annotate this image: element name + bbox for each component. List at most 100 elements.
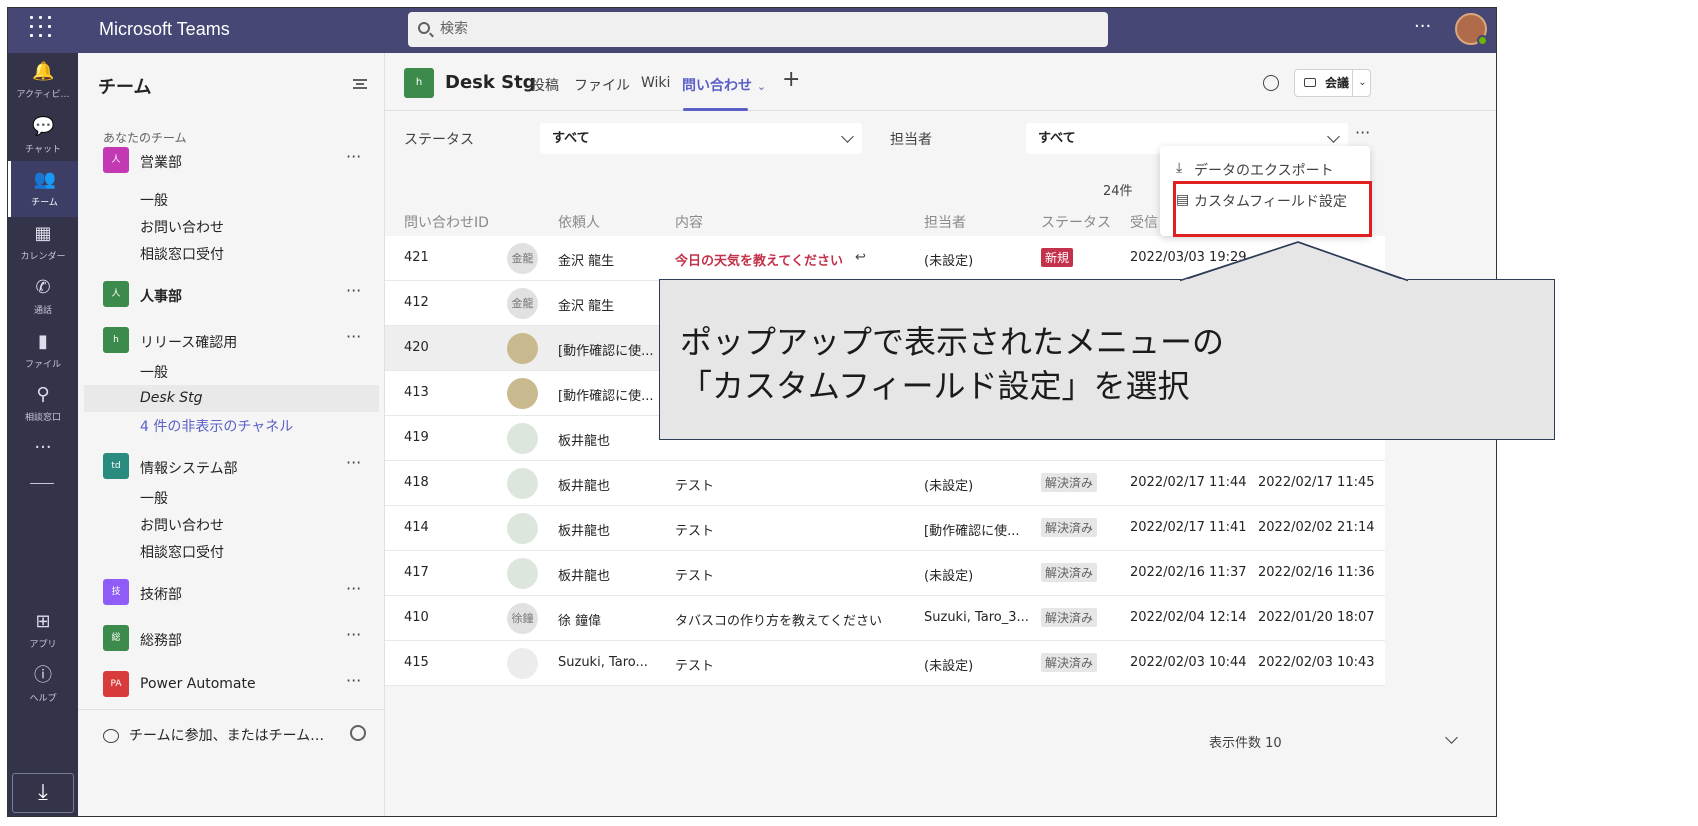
avatar	[507, 423, 538, 454]
menu-item-export[interactable]: データのエクスポート	[1194, 160, 1334, 180]
table-row[interactable]: 417 板井龍也 テスト (未設定) 解決済み 2022/02/16 11:37…	[385, 551, 1385, 596]
rail-files[interactable]: ▮ ファイル	[8, 323, 78, 379]
avatar	[507, 513, 538, 544]
team-name: Power Automate	[140, 676, 256, 692]
team-tile: 人	[103, 281, 129, 307]
cell-id: 412	[404, 295, 429, 310]
conversation-icon[interactable]	[1263, 75, 1279, 91]
cell-updated: 2022/02/17 11:45	[1258, 475, 1375, 490]
tab-inquiries[interactable]: 問い合わせ ⌄	[682, 75, 766, 95]
file-icon: ▮	[38, 331, 48, 352]
more-options-icon[interactable]: ···	[1414, 16, 1431, 37]
add-tab-icon[interactable]: +	[782, 67, 800, 92]
cell-received: 2022/02/17 11:41	[1130, 520, 1247, 535]
rail-apps[interactable]: ⊞ アプリ	[8, 603, 78, 659]
download-icon[interactable]: ⤓	[12, 773, 74, 813]
tab-label: 問い合わせ	[682, 78, 752, 94]
avatar	[507, 648, 538, 679]
status-badge: 解決済み	[1041, 608, 1098, 627]
more-options-icon[interactable]: ···	[1355, 123, 1370, 142]
column-header[interactable]: ステータス	[1041, 212, 1111, 232]
page-size-select[interactable]: 表示件数 10	[1209, 732, 1282, 751]
rail-teams[interactable]: 👥 チーム	[8, 161, 78, 217]
more-icon[interactable]: ···	[346, 281, 361, 300]
table-row[interactable]: 418 板井龍也 テスト (未設定) 解決済み 2022/02/17 11:44…	[385, 461, 1385, 506]
channel-header: h Desk Stg 投稿 ファイル Wiki 問い合わせ ⌄ + 会議 ⌄	[385, 53, 1496, 111]
rail-calls[interactable]: ✆ 通話	[8, 269, 78, 325]
avatar: 金龍	[507, 288, 538, 319]
channel-item[interactable]: 一般	[140, 362, 168, 382]
rail-consult[interactable]: ⚲ 相談窓口	[8, 376, 78, 432]
status-badge: 解決済み	[1041, 653, 1098, 672]
rail-activity[interactable]: 🔔 アクティビ…	[8, 53, 78, 109]
highlight-box	[1173, 181, 1372, 237]
teams-panel: チーム あなたのチーム 人 営業部 ··· 一般 お問い合わせ 相談窓口受付 人…	[78, 53, 385, 816]
column-header[interactable]: 依頼人	[558, 212, 600, 232]
search-placeholder: 検索	[440, 21, 468, 37]
more-icon[interactable]: ···	[346, 453, 361, 472]
rail-label: アプリ	[29, 640, 57, 650]
callout-line: ポップアップで表示されたメニューの	[680, 323, 1225, 361]
column-header[interactable]: 問い合わせID	[404, 212, 489, 232]
panel-title: チーム	[98, 77, 152, 98]
avatar	[507, 378, 538, 409]
user-avatar[interactable]	[1455, 13, 1488, 46]
gear-icon[interactable]	[350, 725, 366, 741]
channel-item[interactable]: 相談窓口受付	[140, 244, 224, 264]
teams-icon: 👥	[33, 169, 56, 190]
download-icon: ⤓	[1176, 160, 1183, 176]
app-launcher-icon[interactable]	[30, 16, 54, 40]
channel-item[interactable]: お問い合わせ	[140, 515, 224, 535]
column-header[interactable]: 担当者	[924, 212, 966, 232]
team-name: 技術部	[140, 587, 182, 603]
search-input[interactable]: 検索	[408, 12, 1108, 47]
channel-item[interactable]: お問い合わせ	[140, 217, 224, 237]
callout-pointer-cover	[1180, 241, 1409, 283]
join-team-button[interactable]: チームに参加、またはチーム…	[103, 725, 324, 745]
apps-icon: ⊞	[35, 611, 51, 632]
team-name: 情報システム部	[140, 461, 238, 477]
tab-files[interactable]: ファイル	[574, 75, 630, 95]
cell-id: 414	[404, 520, 429, 535]
column-header[interactable]: 内容	[675, 212, 703, 232]
status-filter-select[interactable]: すべて	[540, 123, 862, 154]
cell-assignee: (未設定)	[924, 254, 974, 269]
team-name: 総務部	[140, 633, 182, 649]
rail-help[interactable]: ⓘ ヘルプ	[8, 657, 78, 713]
table-row[interactable]: 410 徐鐘 徐 鐘偉 タバスコの作り方を教えてください Suzuki, Tar…	[385, 596, 1385, 641]
app-title: Microsoft Teams	[99, 19, 230, 39]
more-icon[interactable]: ···	[346, 327, 361, 346]
channel-name: Desk Stg	[445, 72, 536, 93]
add-team-icon	[103, 729, 119, 743]
table-row[interactable]: 415 Suzuki, Taro... テスト (未設定) 解決済み 2022/…	[385, 641, 1385, 686]
tab-posts[interactable]: 投稿	[531, 75, 559, 95]
team-tile: 技	[103, 579, 129, 605]
meet-button[interactable]: 会議 ⌄	[1294, 69, 1371, 97]
chevron-down-icon[interactable]: ⌄	[1352, 70, 1372, 96]
filter-icon[interactable]	[353, 79, 367, 89]
rail-more[interactable]: ···	[8, 435, 78, 465]
top-bar: Microsoft Teams 検索 ···	[8, 8, 1496, 53]
more-icon[interactable]: ···	[346, 671, 361, 690]
more-icon[interactable]: ···	[346, 579, 361, 598]
channel-item[interactable]: 相談窓口受付	[140, 542, 224, 562]
channel-item[interactable]: 一般	[140, 488, 168, 508]
hidden-channels-link[interactable]: 4 件の非表示のチャネル	[140, 416, 293, 436]
channel-item[interactable]: 一般	[140, 190, 168, 210]
more-icon[interactable]: ···	[346, 147, 361, 166]
cell-requester: [動作確認に使...	[558, 344, 654, 359]
cell-requester: 板井龍也	[558, 434, 611, 449]
cell-id: 415	[404, 655, 429, 670]
more-icon[interactable]: ···	[346, 625, 361, 644]
rail-chat[interactable]: 💬 チャット	[8, 108, 78, 164]
cell-content: テスト	[675, 524, 715, 539]
tab-wiki[interactable]: Wiki	[641, 75, 670, 91]
rail-label: ヘルプ	[29, 694, 57, 704]
avatar	[507, 468, 538, 499]
chevron-down-icon[interactable]	[1445, 731, 1458, 744]
channel-item-selected[interactable]: Desk Stg	[84, 385, 379, 412]
status-badge: 解決済み	[1041, 473, 1098, 492]
table-row[interactable]: 414 板井龍也 テスト [動作確認に使... 解決済み 2022/02/17 …	[385, 506, 1385, 551]
cell-assignee: (未設定)	[924, 479, 974, 494]
rail-calendar[interactable]: ▦ カレンダー	[8, 215, 78, 271]
